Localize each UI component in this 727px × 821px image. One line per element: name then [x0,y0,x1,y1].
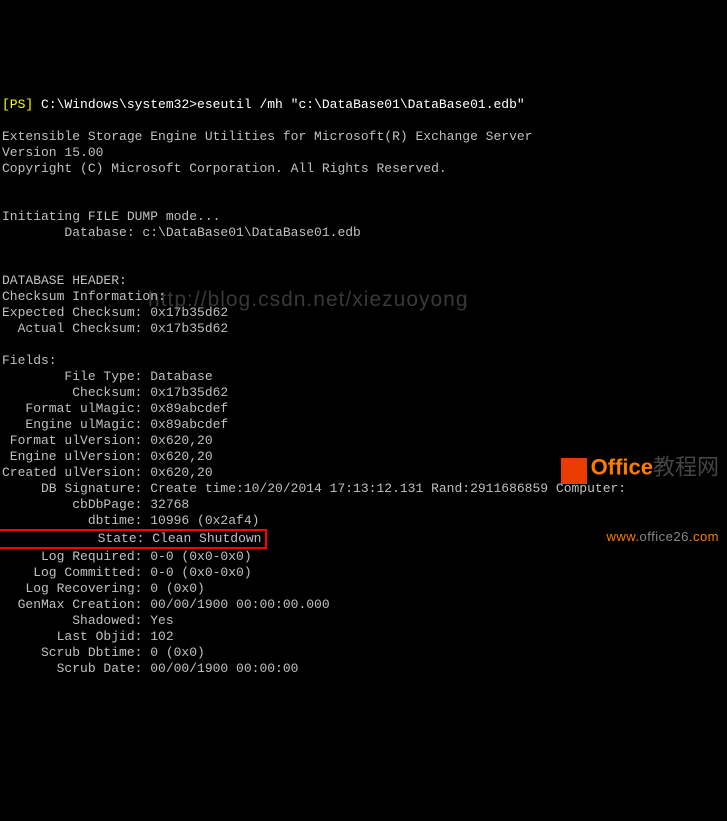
office-icon [561,458,587,484]
brand-cn: 教程网 [653,454,719,479]
brand-en: Office [591,454,653,479]
field-shadowed: Shadowed: Yes [2,613,174,628]
section-db-header: DATABASE HEADER: [2,273,127,288]
command-text: eseutil /mh "c:\DataBase01\DataBase01.ed… [197,97,525,112]
banner-line-3: Copyright (C) Microsoft Corporation. All… [2,161,447,176]
init-line-2: Database: c:\DataBase01\DataBase01.edb [2,225,361,240]
site-url: www.office26.com [546,529,719,544]
terminal-output: [PS] C:\Windows\system32>eseutil /mh "c:… [2,81,725,677]
field-dbtime: dbtime: 10996 (0x2af4) [2,513,259,528]
field-cbdbpage: cbDbPage: 32768 [2,497,189,512]
field-log-committed: Log Committed: 0-0 (0x0-0x0) [2,565,252,580]
field-engine-ulversion: Engine ulVersion: 0x620,20 [2,449,213,464]
field-file-type: File Type: Database [2,369,213,384]
field-scrub-dbtime: Scrub Dbtime: 0 (0x0) [2,645,205,660]
field-format-ulversion: Format ulVersion: 0x620,20 [2,433,213,448]
ps-prefix: [PS] [2,97,41,112]
field-log-recovering: Log Recovering: 0 (0x0) [2,581,205,596]
prompt-path: C:\Windows\system32> [41,97,197,112]
field-log-required: Log Required: 0-0 (0x0-0x0) [2,549,252,564]
field-scrub-date: Scrub Date: 00/00/1900 00:00:00 [2,661,298,676]
actual-checksum: Actual Checksum: 0x17b35d62 [2,321,228,336]
init-line-1: Initiating FILE DUMP mode... [2,209,220,224]
field-engine-ulmagic: Engine ulMagic: 0x89abcdef [2,417,228,432]
field-state-label: State: [4,531,144,546]
field-format-ulmagic: Format ulMagic: 0x89abcdef [2,401,228,416]
banner-line-1: Extensible Storage Engine Utilities for … [2,129,533,144]
banner-line-2: Version 15.00 [2,145,103,160]
field-created-ulversion: Created ulVersion: 0x620,20 [2,465,213,480]
field-state-value: Clean Shutdown [152,531,261,546]
field-checksum: Checksum: 0x17b35d62 [2,385,228,400]
field-last-objid: Last Objid: 102 [2,629,174,644]
state-highlight-box: State: Clean Shutdown [0,529,267,549]
expected-checksum: Expected Checksum: 0x17b35d62 [2,305,228,320]
field-db-signature: DB Signature: Create time:10/20/2014 17:… [2,481,626,496]
section-checksum-info: Checksum Information: [2,289,166,304]
section-fields: Fields: [2,353,57,368]
field-genmax-creation: GenMax Creation: 00/00/1900 00:00:00.000 [2,597,330,612]
site-logo: Office教程网 www.office26.com [546,413,719,559]
